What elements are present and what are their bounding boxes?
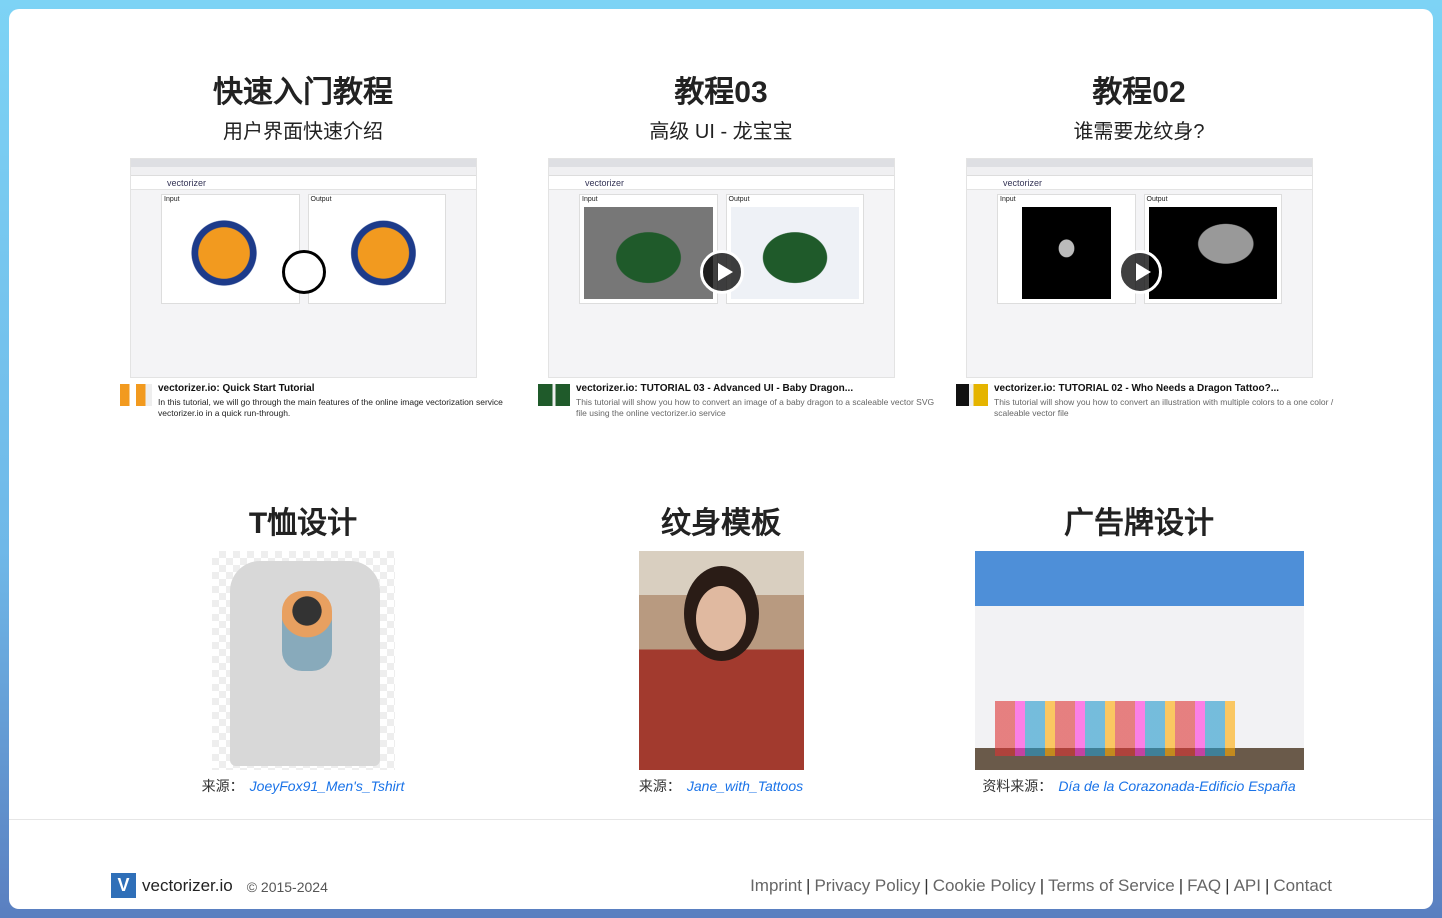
tutorial-subtitle: 高级 UI - 龙宝宝 — [649, 121, 793, 143]
contact-link[interactable]: Contact — [1273, 876, 1332, 895]
imprint-link[interactable]: Imprint — [750, 876, 802, 895]
example-heading-2: 纹身模板 — [521, 506, 921, 542]
video-caption-3[interactable]: vectorizer.io: TUTORIAL 02 - Who Needs a… — [956, 383, 1336, 419]
input-label: Input — [164, 196, 180, 203]
video-description: In this tutorial, we will go through the… — [158, 397, 503, 418]
play-icon[interactable] — [281, 250, 326, 295]
example-heading-1: T恤设计 — [103, 506, 503, 542]
video-nav-brand: vectorizer — [585, 177, 625, 188]
play-icon[interactable] — [699, 250, 744, 295]
example-source-1: 来源： JoeyFox91_Men's_Tshirt — [103, 776, 503, 796]
tshirt-image — [212, 551, 395, 770]
tutorial-subtitle: 用户界面快速介绍 — [223, 121, 383, 143]
vectorizer-logo-icon: V — [111, 873, 136, 898]
copyright: © 2015-2024 — [246, 879, 328, 895]
video-player-2[interactable]: vectorizer Input Output — [548, 158, 895, 378]
input-label: Input — [1000, 196, 1016, 203]
footer-divider — [9, 819, 1433, 820]
tutorial-heading-1: 快速入门教程用户界面快速介绍 — [103, 75, 503, 144]
example-heading-3: 广告牌设计 — [939, 506, 1339, 542]
example-title: 广告牌设计 — [1064, 507, 1214, 540]
source-link[interactable]: Día de la Corazonada-Edificio España — [1058, 778, 1295, 794]
api-link[interactable]: API — [1234, 876, 1261, 895]
output-label: Output — [310, 196, 332, 203]
source-label: 来源： — [638, 778, 681, 794]
video-description: This tutorial will show you how to conve… — [576, 397, 935, 418]
video-thumbnail — [120, 384, 152, 406]
main-card: 快速入门教程用户界面快速介绍 教程03 高级 UI - 龙宝宝 教程02 谁需要龙纹… — [9, 9, 1433, 909]
source-label: 来源： — [201, 778, 244, 794]
tutorial-subtitle: 谁需要龙纹身? — [1073, 121, 1205, 143]
play-icon[interactable] — [1117, 250, 1162, 295]
example-title: 纹身模板 — [661, 507, 781, 540]
video-thumbnail — [538, 384, 570, 406]
brand-name: vectorizer.io — [142, 875, 233, 895]
output-label: Output — [1146, 196, 1168, 203]
tutorial-title: 快速入门教程 — [213, 76, 393, 109]
footer-links: Imprint | Privacy Policy | Cookie Policy | Ter… — [750, 876, 1332, 895]
source-link[interactable]: Jane_with_Tattoos — [687, 778, 803, 794]
footer-brand[interactable]: V vectorizer.io © 2015-2024 — [111, 873, 328, 898]
video-title[interactable]: vectorizer.io: TUTORIAL 02 - Who Needs a… — [994, 383, 1336, 394]
tattoo-model-image — [639, 551, 804, 770]
video-title[interactable]: vectorizer.io: TUTORIAL 03 - Advanced UI… — [576, 383, 938, 394]
source-link[interactable]: JoeyFox91_Men's_Tshirt — [250, 778, 405, 794]
example-title: T恤设计 — [248, 507, 358, 540]
video-player-3[interactable]: vectorizer Input Output — [966, 158, 1313, 378]
video-player-1[interactable]: vectorizer Input Output — [130, 158, 477, 378]
tutorial-heading-3: 教程02 谁需要龙纹身? — [939, 75, 1339, 144]
video-description: This tutorial will show you how to conve… — [994, 397, 1334, 418]
video-caption-1[interactable]: vectorizer.io: Quick Start Tutorial In th… — [120, 383, 520, 419]
example-source-2: 来源： Jane_with_Tattoos — [521, 776, 921, 796]
video-nav-brand: vectorizer — [1003, 177, 1043, 188]
video-caption-2[interactable]: vectorizer.io: TUTORIAL 03 - Advanced UI… — [538, 383, 938, 419]
faq-link[interactable]: FAQ — [1187, 876, 1221, 895]
video-title[interactable]: vectorizer.io: Quick Start Tutorial — [158, 383, 520, 394]
input-label: Input — [582, 196, 598, 203]
privacy-policy-link[interactable]: Privacy Policy — [814, 876, 920, 895]
example-source-3: 资料来源： Día de la Corazonada-Edificio Españ… — [939, 776, 1339, 796]
tutorial-title: 教程03 — [674, 76, 768, 109]
video-nav-brand: vectorizer — [167, 177, 207, 188]
tutorial-title: 教程02 — [1092, 76, 1186, 109]
tutorial-heading-2: 教程03 高级 UI - 龙宝宝 — [521, 75, 921, 144]
cookie-policy-link[interactable]: Cookie Policy — [933, 876, 1036, 895]
output-label: Output — [728, 196, 750, 203]
source-label: 资料来源： — [982, 778, 1053, 794]
terms-link[interactable]: Terms of Service — [1048, 876, 1175, 895]
billboard-image — [975, 551, 1304, 770]
video-thumbnail — [956, 384, 988, 406]
